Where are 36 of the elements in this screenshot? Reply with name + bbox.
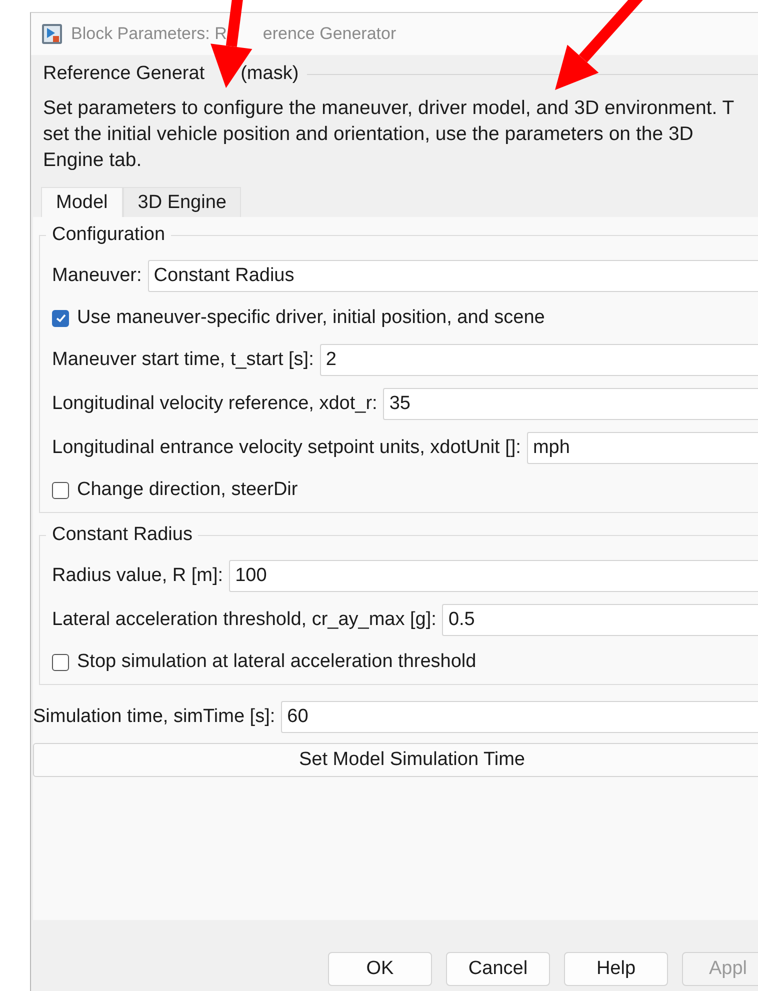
field-label: Longitudinal entrance velocity setpoint units, xdotUnit []: [52, 437, 521, 459]
block-icon [41, 23, 63, 45]
window-title: erence Generator [262, 24, 396, 44]
input-field[interactable]: 0.5 [442, 604, 758, 636]
dialog-button[interactable]: OK [328, 952, 432, 986]
checkbox[interactable] [52, 654, 69, 670]
field-label: Maneuver: [52, 265, 142, 287]
checkmark-icon [54, 312, 66, 324]
field-label: Maneuver start time, t_start [s]: [52, 349, 314, 371]
mask-title: (mask) [240, 63, 299, 85]
input-field[interactable]: 100 [229, 560, 758, 592]
dropdown-field[interactable]: Constant Radius [148, 260, 758, 292]
checkbox-label: Stop simulation at lateral acceleration threshold [77, 651, 476, 673]
checkbox-label: Change direction, steerDir [77, 479, 298, 501]
window-title: Block Parameters: R [71, 24, 227, 44]
field-label: Longitudinal velocity reference, xdot_r: [52, 393, 378, 415]
input-field[interactable]: 2 [320, 344, 758, 376]
description-text: Set parameters to configure the maneuver, driver model, and 3D environment. T [43, 96, 736, 121]
tab[interactable]: 3D Engine [122, 187, 242, 217]
input-field[interactable]: 60 [281, 701, 758, 733]
dialog-button[interactable]: Help [564, 952, 668, 986]
field-label: Simulation time, simTime [s]: [33, 706, 276, 728]
tab[interactable]: Model [41, 187, 123, 217]
checkbox-label: Use maneuver-specific driver, initial position, and scene [77, 307, 545, 329]
field-label: Lateral acceleration threshold, cr_ay_max [g]: [52, 609, 436, 631]
set-simulation-time-button[interactable]: Set Model Simulation Time [33, 743, 758, 777]
group-title: Configuration [46, 224, 172, 246]
checkbox[interactable] [52, 482, 69, 498]
description-text: set the initial vehicle position and orientation, use the parameters on the 3D [43, 122, 694, 147]
mask-title: Reference Generat [43, 63, 205, 85]
input-field[interactable]: mph [526, 432, 758, 464]
dialog-button[interactable]: Cancel [446, 952, 550, 986]
field-label: Radius value, R [m]: [52, 565, 224, 587]
input-field[interactable]: 35 [383, 388, 758, 420]
description-text: Engine tab. [43, 148, 143, 173]
checkbox[interactable] [52, 310, 69, 326]
